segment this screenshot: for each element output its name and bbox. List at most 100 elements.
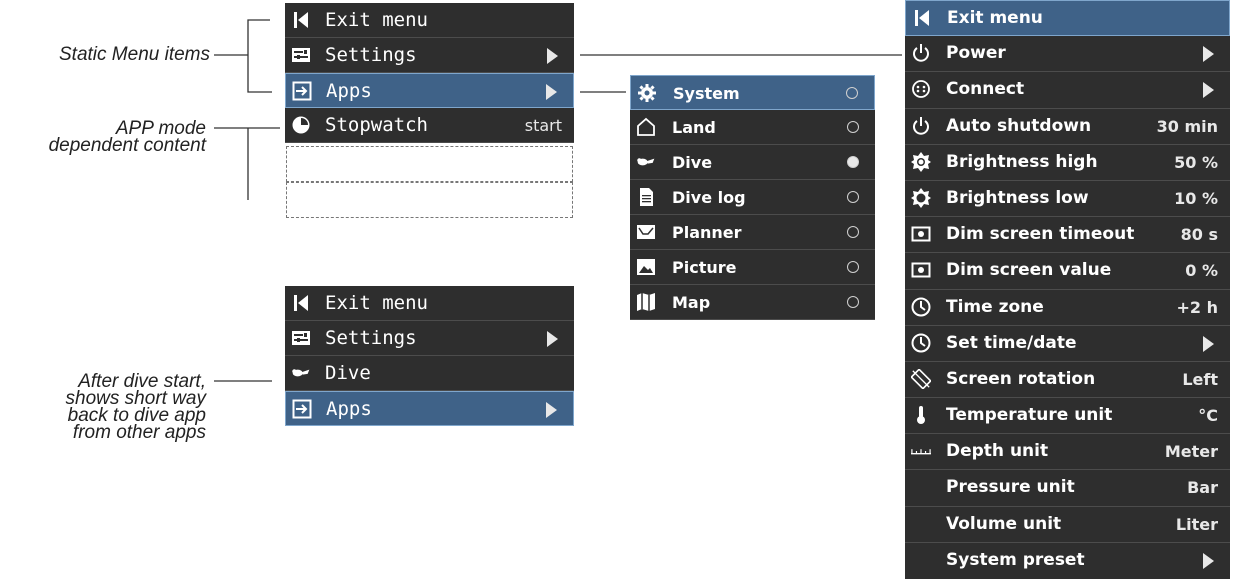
app-item-dive-log[interactable]: Dive log: [630, 180, 875, 215]
settings-item-power[interactable]: Power: [905, 36, 1230, 73]
power-icon: [913, 44, 929, 62]
settings-item-label: Time zone: [946, 296, 1044, 317]
annotation-after-dive-start: After dive start, shows short way back t…: [66, 372, 206, 443]
menu-item-label: Dive: [325, 362, 371, 384]
menu-item-label: Exit menu: [325, 292, 428, 314]
menu-item-label: Stopwatch: [325, 114, 428, 136]
screen-rotation-icon: [911, 368, 931, 389]
clock-icon: [911, 333, 931, 353]
settings-item-brightness-low[interactable]: Brightness low 10 %: [905, 181, 1230, 218]
annotation-app-mode: APP mode dependent content: [48, 119, 206, 156]
dim-screen-icon: [911, 226, 931, 242]
placeholder-slot: [286, 146, 573, 182]
settings-item-label: Temperature unit: [946, 405, 1113, 426]
placeholder-slot: [286, 182, 573, 218]
settings-item-label: Exit menu: [947, 8, 1043, 28]
app-item-picture[interactable]: Picture: [630, 250, 875, 285]
exit-icon: [915, 10, 929, 26]
settings-item-label: Brightness high: [946, 151, 1098, 172]
settings-item-dim-screen-value[interactable]: Dim screen value 0 %: [905, 253, 1230, 290]
radio-icon: [847, 121, 859, 133]
settings-item-screen-rotation[interactable]: Screen rotation Left: [905, 362, 1230, 399]
menu-item-dive[interactable]: Dive: [285, 356, 574, 391]
app-item-label: Planner: [672, 223, 742, 242]
brightness-low-icon: [911, 187, 931, 208]
app-item-land[interactable]: Land: [630, 110, 875, 145]
settings-item-brightness-high[interactable]: Brightness high 50 %: [905, 145, 1230, 181]
settings-icon: [292, 331, 310, 345]
menu-item-settings[interactable]: Settings: [285, 38, 574, 73]
document-icon: [640, 188, 653, 206]
menu-item-settings[interactable]: Settings: [285, 321, 574, 356]
chevron-right-icon: [1203, 335, 1214, 352]
settings-item-value: 10 %: [1174, 188, 1218, 208]
menu-item-label: Exit menu: [325, 9, 428, 31]
settings-item-value: Meter: [1164, 442, 1218, 462]
annotation-line: dependent content: [48, 135, 206, 156]
ruler-icon: [911, 449, 931, 455]
menu-item-label: Apps: [326, 398, 372, 420]
app-item-planner[interactable]: Planner: [630, 215, 875, 250]
chevron-right-icon: [546, 84, 557, 100]
chevron-right-icon: [546, 402, 557, 418]
connect-icon: [912, 80, 930, 99]
settings-item-volume-unit[interactable]: Volume unit Liter: [905, 507, 1230, 543]
app-item-label: Picture: [672, 258, 737, 277]
settings-item-label: Depth unit: [946, 441, 1049, 462]
settings-item-label: Dim screen timeout: [946, 224, 1135, 245]
planner-icon: [637, 225, 655, 239]
settings-item-dim-screen-timeout[interactable]: Dim screen timeout 80 s: [905, 217, 1230, 254]
menu-item-apps[interactable]: Apps: [285, 391, 574, 426]
picture-icon: [637, 259, 655, 275]
app-item-label: Dive: [672, 153, 713, 172]
settings-item-pressure-unit[interactable]: Pressure unit Bar: [905, 470, 1230, 507]
main-menu-after-dive: Exit menu Settings Dive Apps: [285, 286, 574, 426]
settings-item-exit[interactable]: Exit menu: [905, 0, 1230, 37]
menu-item-stopwatch[interactable]: Stopwatch start: [285, 108, 574, 143]
dim-screen-icon: [911, 262, 931, 278]
app-item-dive[interactable]: Dive: [630, 145, 875, 180]
settings-item-value: +2 h: [1176, 297, 1219, 317]
app-item-label: Land: [672, 118, 716, 137]
settings-item-time-zone[interactable]: Time zone +2 h: [905, 290, 1230, 326]
settings-item-system-preset[interactable]: System preset: [905, 543, 1230, 579]
diver-icon: [637, 158, 655, 166]
settings-item-value: Left: [1182, 369, 1218, 389]
settings-item-set-time-date[interactable]: Set time/date: [905, 326, 1230, 362]
settings-item-value: Bar: [1187, 478, 1218, 498]
menu-item-exit[interactable]: Exit menu: [285, 286, 574, 321]
settings-item-temperature-unit[interactable]: Temperature unit °C: [905, 398, 1230, 435]
stopwatch-value: start: [524, 116, 562, 135]
gear-icon: [638, 84, 656, 102]
power-icon: [913, 116, 929, 135]
app-item-label: System: [673, 84, 740, 103]
app-item-label: Dive log: [672, 188, 746, 207]
chevron-right-icon: [1203, 552, 1214, 569]
app-item-map[interactable]: Map: [630, 285, 875, 320]
settings-item-value: 50 %: [1174, 152, 1218, 172]
chevron-right-icon: [1203, 46, 1214, 63]
menu-item-apps[interactable]: Apps: [285, 73, 574, 108]
settings-item-label: Pressure unit: [946, 477, 1075, 498]
settings-item-value: °C: [1198, 406, 1218, 426]
settings-item-label: Power: [946, 43, 1006, 64]
settings-icon: [292, 48, 310, 62]
menu-item-exit[interactable]: Exit menu: [285, 3, 574, 38]
chevron-right-icon: [547, 331, 558, 347]
chevron-right-icon: [547, 48, 558, 64]
settings-item-depth-unit[interactable]: Depth unit Meter: [905, 434, 1230, 471]
app-item-system[interactable]: System: [630, 75, 875, 110]
exit-icon: [294, 295, 308, 311]
clock-icon: [911, 297, 931, 316]
chevron-right-icon: [1203, 82, 1214, 99]
thermometer-icon: [917, 406, 925, 425]
settings-item-connect[interactable]: Connect: [905, 72, 1230, 109]
annotation-static-menu-items: Static Menu items: [59, 44, 210, 65]
annotation-line: from other apps: [72, 422, 206, 443]
settings-item-auto-shutdown[interactable]: Auto shutdown 30 min: [905, 109, 1230, 145]
map-icon: [637, 293, 655, 311]
menu-item-label: Apps: [326, 80, 372, 102]
radio-icon: [846, 87, 858, 99]
settings-item-label: Connect: [946, 79, 1025, 100]
settings-menu: Exit menu Power Connect Auto shutdown 30…: [905, 0, 1230, 579]
